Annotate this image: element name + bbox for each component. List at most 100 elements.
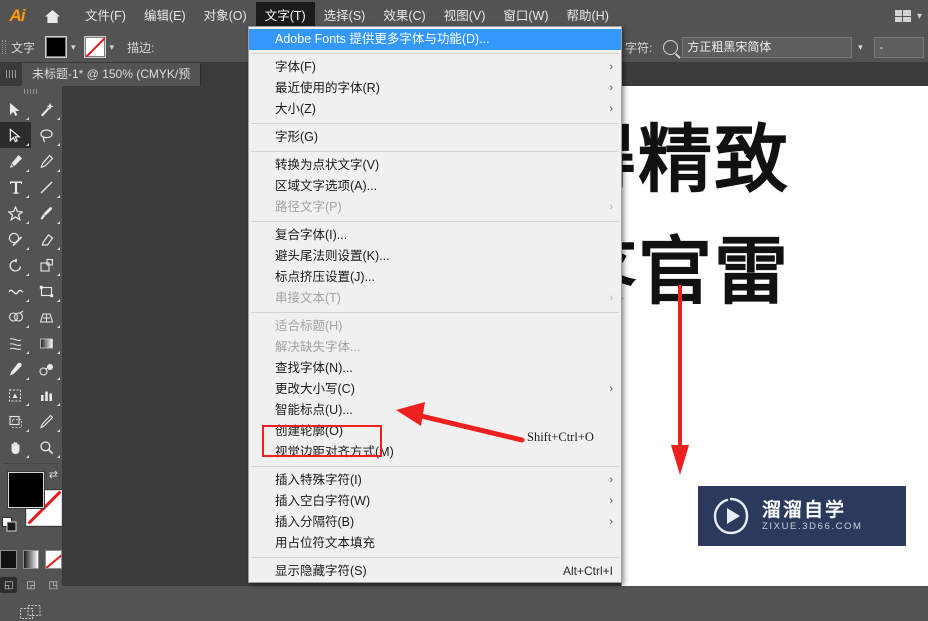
menu-item-label: 显示隐藏字符(S) [275,564,367,578]
menu-item-insert-break-character[interactable]: 插入分隔符(B) › [249,512,621,533]
pen-tool[interactable] [0,148,31,174]
perspective-grid-tool[interactable] [31,304,62,330]
menu-item-size[interactable]: 大小(Z) › [249,99,621,120]
normal-screen-mode-button[interactable]: ◱ [0,577,18,593]
menu-item-label: 查找字体(N)... [275,361,353,375]
menu-item-accelerator: Alt+Ctrl+I [562,564,613,578]
menu-item-label: 适合标题(H) [275,319,343,333]
stroke-swatch[interactable] [83,36,106,58]
swap-fill-stroke-icon[interactable]: ⇄ [49,468,58,481]
menu-item-glyphs[interactable]: 字形(G) [249,127,621,148]
stroke-chevron-down-icon[interactable]: ▾ [108,42,117,53]
fill-stroke-controls: ⇄ [0,468,62,546]
none-mode-button[interactable] [45,550,63,569]
document-tab[interactable]: 未标题-1* @ 150% (CMYK/预 [22,63,202,86]
play-logo-icon [712,497,750,535]
menu-item-font[interactable]: 字体(F) › [249,57,621,78]
rotate-tool[interactable] [0,252,31,278]
menu-item-show-hidden-characters[interactable]: 显示隐藏字符(S) Alt+Ctrl+I [249,561,621,582]
shape-builder-tool[interactable] [0,304,31,330]
edit-toolbar-icon[interactable] [0,605,62,621]
column-graph-tool[interactable] [31,382,62,408]
menu-item-label: 字形(G) [275,130,319,144]
menu-item-label: Adobe Fonts 提供更多字体与功能(D)... [275,32,490,46]
lasso-tool[interactable] [31,122,62,148]
menu-item-optical-margin-alignment[interactable]: 视觉边距对齐方式(M) [249,442,621,463]
font-size-chevron-down-icon[interactable]: ▾ [924,37,928,58]
gradient-tool[interactable] [31,330,62,356]
shaper-tool[interactable] [0,226,31,252]
eraser-tool[interactable] [31,226,62,252]
zoom-tool[interactable] [31,434,62,460]
hand-tool[interactable] [0,434,31,460]
default-fill-stroke-icon[interactable] [2,517,18,538]
font-size-input[interactable]: - [874,36,925,58]
menu-separator [251,466,619,467]
fill-swatch[interactable] [45,36,68,58]
menu-item-insert-whitespace-character[interactable]: 插入空白字符(W) › [249,491,621,512]
submenu-chevron-right-icon: › [609,383,613,395]
tools-panel-drag-handle[interactable] [0,86,62,96]
artboard-tool[interactable] [0,408,31,434]
search-icon[interactable] [663,39,679,55]
menu-separator [251,557,619,558]
illustrator-window: Ai 文件(F) 编辑(E) 对象(O) 文字(T) 选择(S) 效果(C) 视… [0,0,928,619]
fill-color-swatch[interactable] [8,472,44,508]
menu-separator [251,221,619,222]
menu-item-create-outlines[interactable]: 创建轮廓(O) [249,421,621,442]
direct-selection-tool[interactable] [0,122,31,148]
submenu-chevron-right-icon: › [609,82,613,94]
eyedropper-tool[interactable] [0,356,31,382]
tab-bar-drag-handle[interactable] [0,62,22,86]
menu-item-smart-punctuation[interactable]: 智能标点(U)... [249,400,621,421]
menu-item-recent-fonts[interactable]: 最近使用的字体(R) › [249,78,621,99]
menu-item-convert-to-point-text[interactable]: 转换为点状文字(V) [249,155,621,176]
mesh-tool[interactable] [0,330,31,356]
symbol-sprayer-tool[interactable] [0,382,31,408]
menu-item-find-font[interactable]: 查找字体(N)... [249,358,621,379]
type-tool[interactable] [0,174,31,200]
free-transform-tool[interactable] [31,278,62,304]
menu-item-area-type-options[interactable]: 区域文字选项(A)... [249,176,621,197]
chevron-down-icon[interactable]: ▾ [917,11,922,22]
watermark-logo: 溜溜自学 ZIXUE.3D66.COM [698,486,906,546]
menu-item-adobe-fonts[interactable]: Adobe Fonts 提供更多字体与功能(D)... [249,29,621,50]
fill-chevron-down-icon[interactable]: ▾ [69,42,78,53]
font-family-chevron-down-icon[interactable]: ▾ [852,37,868,58]
color-mode-button[interactable] [0,550,17,569]
scale-tool[interactable] [31,252,62,278]
menu-item-insert-special-character[interactable]: 插入特殊字符(I) › [249,470,621,491]
app-logo-icon: Ai [9,6,26,25]
full-screen-menubar-mode-button[interactable]: ◲ [22,577,39,593]
character-label[interactable]: 字符: [625,39,652,56]
blend-tool[interactable] [31,356,62,382]
menu-file[interactable]: 文件(F) [76,2,135,31]
gradient-mode-button[interactable] [22,550,40,569]
curvature-tool[interactable] [31,148,62,174]
line-segment-tool[interactable] [31,174,62,200]
home-icon[interactable] [34,0,70,32]
tools-panel: ⇄ ◱ ◲ ◳ [0,86,63,619]
stroke-control[interactable]: ▾ [83,36,117,58]
menu-item-mojikumi-settings[interactable]: 标点挤压设置(J)... [249,267,621,288]
menu-item-kinsoku-settings[interactable]: 避头尾法则设置(K)... [249,246,621,267]
magic-wand-tool[interactable] [31,96,62,122]
paintbrush-tool[interactable] [31,200,62,226]
menu-item-fill-with-placeholder-text[interactable]: 用占位符文本填充 [249,533,621,554]
menu-object[interactable]: 对象(O) [195,2,256,31]
menu-edit[interactable]: 编辑(E) [135,2,195,31]
width-tool[interactable] [0,278,31,304]
slice-tool[interactable] [31,408,62,434]
shape-tool[interactable] [0,200,31,226]
font-family-input[interactable]: 方正粗黑宋简体 [682,36,853,58]
grid-icon[interactable] [894,10,911,22]
menu-item-change-case[interactable]: 更改大小写(C) › [249,379,621,400]
fill-control[interactable]: ▾ [45,36,78,58]
options-bar-drag-handle[interactable] [0,32,7,62]
menu-item-label: 路径文字(P) [275,200,342,214]
full-screen-mode-button[interactable]: ◳ [45,577,62,593]
menu-item-label: 转换为点状文字(V) [275,158,380,172]
menu-item-composite-fonts[interactable]: 复合字体(I)... [249,225,621,246]
selection-tool[interactable] [0,96,31,122]
menu-item-type-on-a-path: 路径文字(P) › [249,197,621,218]
